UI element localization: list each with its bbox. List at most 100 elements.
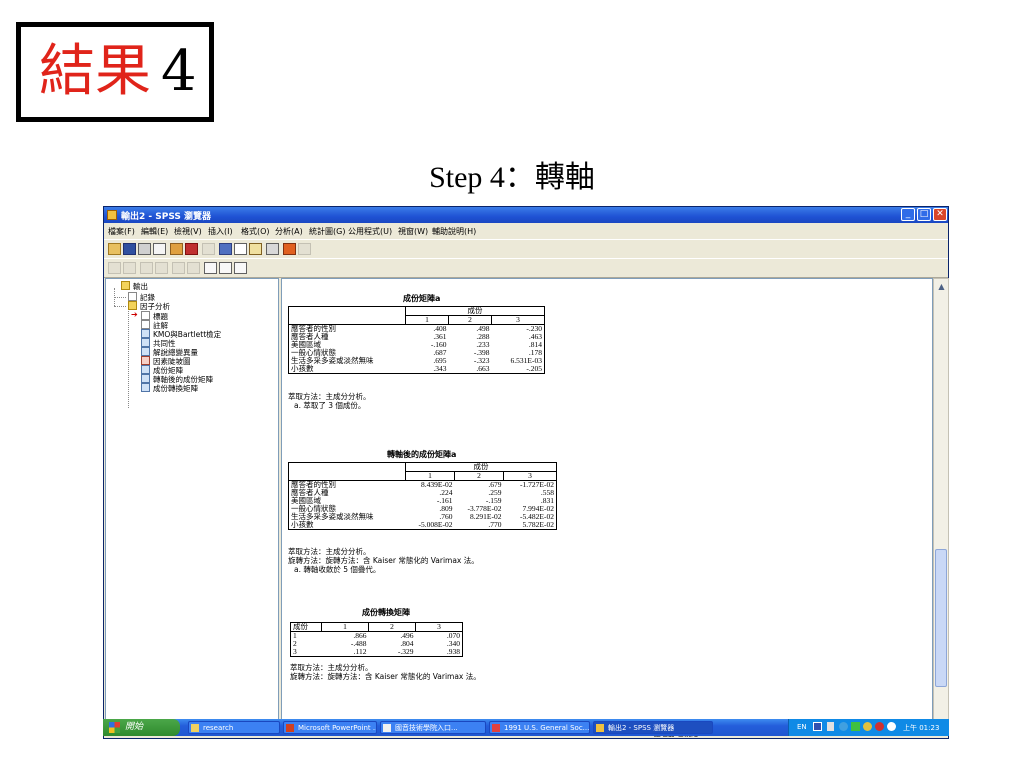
task-spss-data[interactable]: 1991 U.S. General Soc...	[489, 721, 590, 734]
spss-app-icon	[107, 210, 117, 220]
collapse-icon[interactable]	[155, 262, 168, 274]
messenger-icon[interactable]	[887, 722, 896, 731]
spss-viewer-window: 輸出2 - SPSS 瀏覽器 _ □ ✕ 檔案(F) 編輯(E) 檢視(V) 插…	[103, 206, 949, 739]
show-icon[interactable]	[172, 262, 185, 274]
open-icon[interactable]	[108, 243, 121, 255]
pen-icon[interactable]	[827, 722, 834, 731]
transform-matrix-icon	[141, 383, 150, 392]
kmo-table-icon	[141, 329, 150, 338]
insert-title-icon[interactable]	[219, 262, 232, 274]
menu-format[interactable]: 格式(O)	[241, 226, 270, 237]
variables-icon[interactable]	[234, 243, 247, 255]
communalities-table-icon	[141, 338, 150, 347]
goto-data-icon[interactable]	[219, 243, 232, 255]
menu-file[interactable]: 檔案(F)	[108, 226, 135, 237]
expand-icon[interactable]	[140, 262, 153, 274]
transform-matrix-table: 成份 1 2 3 1.866.496.070 2 -.488.804.340 3.…	[290, 622, 463, 657]
tree-root-output[interactable]: 輸出	[133, 281, 148, 292]
notes-icon	[141, 320, 150, 329]
recall-dialog-icon[interactable]	[185, 243, 198, 255]
system-tray: EN 上午 01:23	[788, 719, 949, 736]
network-icon[interactable]	[839, 722, 848, 731]
designate-window-icon[interactable]	[249, 243, 262, 255]
windows-taskbar: 開始 research Microsoft PowerPoint ... 國音技…	[103, 719, 949, 736]
rotated-matrix-table: 成份 1 2 3 應答者的性別 8.439E-02.679 -1.727E-02 應…	[288, 462, 557, 530]
hide-icon[interactable]	[187, 262, 200, 274]
output-content-pane: 成份矩陣a 成份 1 2 3 應答者的性別 .408.498 -.230 應答者人種…	[281, 278, 933, 731]
insert-text-icon[interactable]	[234, 262, 247, 274]
rotated-matrix-title: 轉軸後的成份矩陣a	[387, 450, 457, 459]
transform-matrix-note-2: 旋轉方法：旋轉方法：含 Kaiser 常態化的 Varimax 法。	[290, 672, 481, 681]
menu-utilities[interactable]: 公用程式(U)	[348, 226, 392, 237]
windows-logo-icon	[109, 722, 120, 733]
tree-item-transform-matrix[interactable]: 成份轉換矩陣	[153, 383, 198, 394]
outline-pane: 輸出 記錄 因子分析 ➔ 標題 註解 KMO與Bartlett檢定 共同性 解說…	[105, 278, 279, 731]
print-preview-icon[interactable]	[153, 243, 166, 255]
transform-matrix-title: 成份轉換矩陣	[362, 608, 410, 617]
minimize-button[interactable]: _	[901, 208, 915, 221]
menu-insert[interactable]: 插入(I)	[208, 226, 233, 237]
table-row: 小孩數 -5.008E-02.770 5.782E-02	[291, 520, 554, 529]
promote-icon[interactable]	[108, 262, 121, 274]
table-row: 應答者人種 .361.288.463	[291, 332, 542, 341]
rotated-matrix-note-2: 旋轉方法：旋轉方法：含 Kaiser 常態化的 Varimax 法。	[288, 556, 479, 565]
slide-title-number: 4	[161, 39, 197, 104]
window-titlebar[interactable]: 輸出2 - SPSS 瀏覽器 _ □ ✕	[104, 207, 948, 223]
clock[interactable]: 上午 01:23	[903, 723, 939, 733]
maximize-button[interactable]: □	[917, 208, 931, 221]
export-icon[interactable]	[170, 243, 183, 255]
update-icon[interactable]	[875, 722, 884, 731]
task-spss-viewer[interactable]: 輸出2 - SPSS 瀏覽器	[593, 721, 713, 734]
antivirus-icon[interactable]	[863, 722, 872, 731]
scree-plot-icon	[141, 356, 150, 365]
title-icon	[141, 311, 150, 320]
menu-analyze[interactable]: 分析(A)	[275, 226, 303, 237]
table-row: 1.866.496.070	[293, 631, 460, 640]
menu-graphs[interactable]: 統計圖(G)	[309, 226, 345, 237]
browser-icon	[383, 724, 391, 732]
save-icon[interactable]	[123, 243, 136, 255]
task-research[interactable]: research	[188, 721, 280, 734]
start-button[interactable]: 開始	[103, 719, 180, 736]
table-row: 應答者人種 .224.259.558	[291, 488, 554, 497]
volume-icon[interactable]	[851, 722, 860, 731]
table-row: 3.112 -.329.938	[293, 647, 460, 656]
log-icon	[128, 292, 137, 301]
vertical-scrollbar[interactable]: ▲ ▼	[933, 278, 949, 731]
menu-help[interactable]: 輔助說明(H)	[432, 226, 476, 237]
variance-table-icon	[141, 347, 150, 356]
print-icon[interactable]	[138, 243, 151, 255]
spss-data-icon	[492, 724, 500, 732]
select-cases-icon[interactable]	[266, 243, 279, 255]
language-indicator[interactable]: EN	[797, 723, 807, 731]
component-matrix-note-2: a. 萃取了 3 個成份。	[294, 401, 366, 410]
task-browser[interactable]: 國音技術學院入口...	[380, 721, 486, 734]
component-matrix-title: 成份矩陣a	[403, 294, 441, 303]
help-icon[interactable]	[813, 722, 822, 731]
factor-analysis-book-icon	[128, 301, 137, 310]
output-book-icon	[121, 281, 130, 290]
spss-viewer-icon	[596, 724, 604, 732]
rotated-matrix-note-1: 萃取方法：主成分分析。	[288, 547, 371, 556]
menu-window[interactable]: 視窗(W)	[398, 226, 428, 237]
scroll-up-icon[interactable]: ▲	[936, 281, 947, 292]
menu-edit[interactable]: 編輯(E)	[141, 226, 168, 237]
window-title: 輸出2 - SPSS 瀏覽器	[121, 212, 212, 222]
slide-title-box: 結果 4	[16, 22, 214, 122]
component-matrix-note-1: 萃取方法：主成分分析。	[288, 392, 371, 401]
value-labels-icon[interactable]	[283, 243, 296, 255]
component-matrix-table: 成份 1 2 3 應答者的性別 .408.498 -.230 應答者人種 .361.2…	[288, 306, 545, 374]
scrollbar-thumb[interactable]	[935, 549, 947, 687]
rotated-matrix-icon	[141, 374, 150, 383]
insert-heading-icon[interactable]	[204, 262, 217, 274]
table-row: 小孩數 .343.663 -.205	[291, 364, 542, 373]
use-sets-icon[interactable]	[298, 243, 311, 255]
table-row: 2 -.488.804.340	[293, 639, 460, 648]
demote-icon[interactable]	[123, 262, 136, 274]
task-powerpoint[interactable]: Microsoft PowerPoint ...	[283, 721, 377, 734]
folder-icon	[191, 724, 199, 732]
menu-view[interactable]: 檢視(V)	[174, 226, 202, 237]
undo-icon[interactable]	[202, 243, 215, 255]
start-label: 開始	[125, 722, 144, 732]
close-button[interactable]: ✕	[933, 208, 947, 221]
